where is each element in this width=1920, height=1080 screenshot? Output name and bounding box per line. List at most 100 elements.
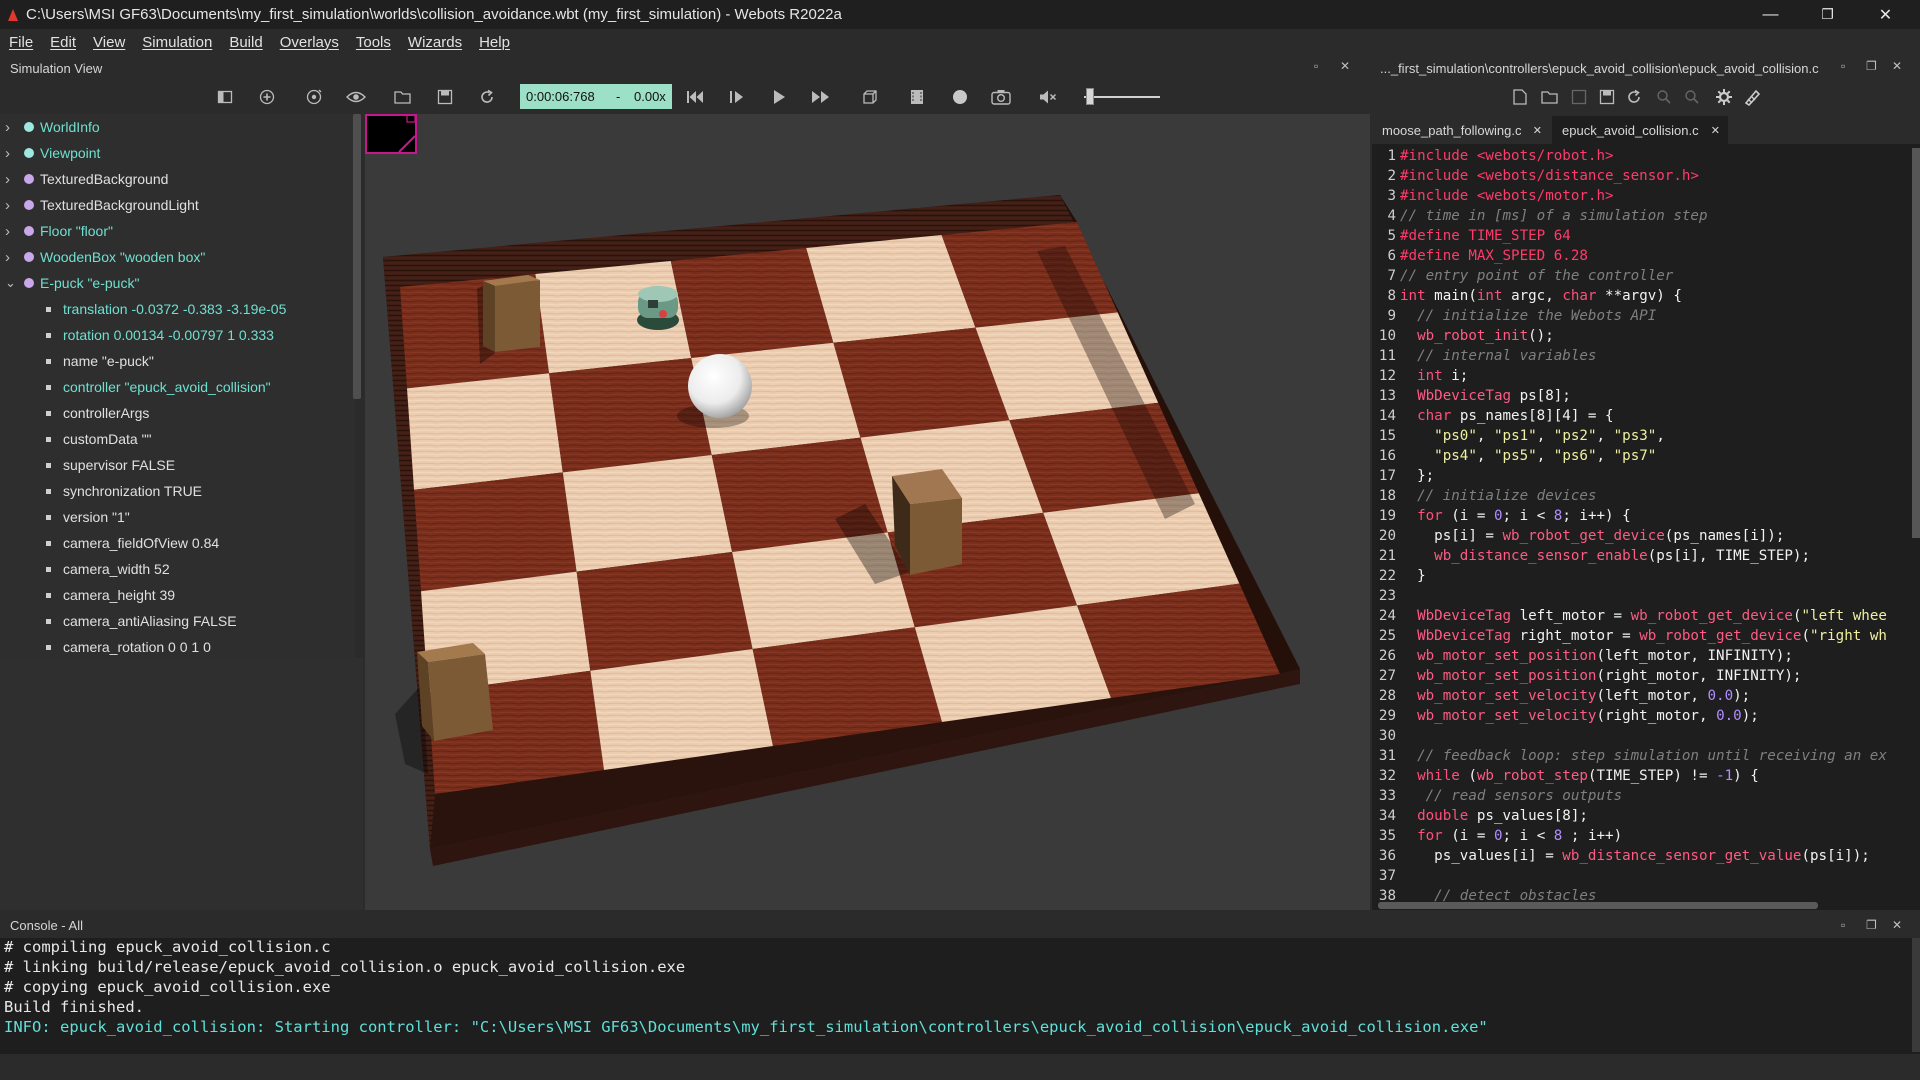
scene-tree-node[interactable]: › WoodenBox "wooden box" [0,244,350,270]
add-node-button[interactable] [252,80,282,114]
close-tab-icon[interactable]: ✕ [1533,124,1542,137]
code-token: int [1476,288,1512,304]
chevron-right-icon[interactable]: › [5,197,15,214]
chevron-right-icon[interactable]: › [5,171,15,188]
scene-tree-field[interactable]: camera_width 52 [0,556,350,582]
scene-tree-node[interactable]: › TexturedBackgroundLight [0,192,350,218]
scene-tree-field[interactable]: synchronization TRUE [0,478,350,504]
3d-view[interactable] [365,114,1370,910]
scene-tree-field[interactable]: supervisor FALSE [0,452,350,478]
scene-tree-field[interactable]: controllerArgs [0,400,350,426]
console-output[interactable]: # compiling epuck_avoid_collision.c # lin… [0,938,1920,1054]
new-file-icon[interactable] [1513,89,1527,105]
menu-help[interactable]: Help [470,34,518,51]
simulation-view-close-button[interactable]: ✕ [1340,59,1350,73]
chevron-right-icon[interactable]: › [5,223,15,240]
step-button[interactable] [722,80,752,114]
scene-tree-node[interactable]: ⌄ E-puck "e-puck" [0,270,350,296]
scene-tree-scrollbar[interactable] [353,114,361,399]
scene-tree-icon [217,90,233,104]
code-token: (i = [1451,508,1494,524]
maximize-button[interactable]: ❐ [1799,0,1856,29]
follow-object-button[interactable] [299,80,329,114]
menu-tools[interactable]: Tools [347,34,399,51]
scene-tree-field[interactable]: version "1" [0,504,350,530]
scene-tree-field[interactable]: translation -0.0372 -0.383 -3.19e-05 [0,296,350,322]
record-movie-frames-button[interactable] [902,80,932,114]
menu-overlays[interactable]: Overlays [271,34,347,51]
volume-slider[interactable] [1080,80,1164,114]
scene-tree-node[interactable]: › WorldInfo [0,114,350,140]
robot-camera-overlay[interactable] [365,114,417,154]
console-maximize-button[interactable]: ❐ [1866,918,1877,932]
record-button[interactable] [945,80,975,114]
chevron-right-icon[interactable]: › [5,119,15,136]
mute-button[interactable] [1033,80,1063,114]
menu-simulation[interactable]: Simulation [133,34,220,51]
volume-slider-thumb[interactable] [1086,88,1094,105]
menu-wizards[interactable]: Wizards [399,34,470,51]
scene-tree-node[interactable]: › Viewpoint [0,140,350,166]
scene-tree-field[interactable]: camera_rotation 0 0 1 0 [0,634,350,660]
scene-tree-field[interactable]: name "e-puck" [0,348,350,374]
text-editor[interactable]: moose_path_following.c ✕ epuck_avoid_colli… [1372,116,1920,910]
revert-icon[interactable] [1626,89,1642,105]
view-button[interactable] [341,80,371,114]
field-bullet-icon [46,462,51,468]
scene-tree-field[interactable]: controller "epuck_avoid_collision" [0,374,350,400]
save-world-button[interactable] [430,80,460,114]
menu-build[interactable]: Build [220,34,270,51]
ball[interactable] [688,354,752,418]
scene-tree-field[interactable]: camera_antiAliasing FALSE [0,608,350,634]
find-icon[interactable] [1656,89,1672,105]
console-close-button[interactable]: ✕ [1892,918,1902,932]
close-window-button[interactable]: ✕ [1857,0,1914,29]
reset-simulation-button[interactable] [680,80,710,114]
menu-view[interactable]: View [84,34,133,51]
e-puck-robot[interactable] [637,286,679,330]
rendering-button[interactable] [855,80,885,114]
scene-tree[interactable]: › WorldInfo › Viewpoint › TexturedBackground ›… [0,114,355,658]
scene-tree-field[interactable]: camera_fieldOfView 0.84 [0,530,350,556]
screenshot-button[interactable] [986,80,1016,114]
save-as-icon[interactable] [1599,89,1615,105]
console-float-button[interactable]: ▫ [1841,918,1845,932]
open-world-button[interactable] [388,80,418,114]
toggle-scene-tree-button[interactable] [210,80,240,114]
editor-vertical-scrollbar[interactable] [1912,148,1920,538]
chevron-right-icon[interactable]: › [5,145,15,162]
editor-close-button[interactable]: ✕ [1892,59,1902,73]
editor-horizontal-scrollbar[interactable] [1378,902,1818,909]
run-button[interactable] [764,80,794,114]
scene-tree-node[interactable]: › Floor "floor" [0,218,350,244]
menu-file[interactable]: File [0,34,41,51]
chevron-down-icon[interactable]: ⌄ [5,275,16,291]
console-scrollbar[interactable] [1912,938,1920,1052]
editor-tab[interactable]: epuck_avoid_collision.c ✕ [1552,116,1728,144]
code-token: ( [1801,628,1811,644]
chevron-right-icon[interactable]: › [5,249,15,266]
simulation-view-float-button[interactable]: ▫ [1314,59,1318,73]
save-file-icon[interactable] [1571,89,1587,105]
minimize-button[interactable]: — [1742,0,1799,29]
editor-float-button[interactable]: ▫ [1841,59,1845,73]
scene-tree-node[interactable]: › TexturedBackground [0,166,350,192]
close-tab-icon[interactable]: ✕ [1711,124,1720,137]
open-file-icon[interactable] [1541,89,1559,105]
fast-forward-button[interactable] [806,80,836,114]
menu-edit[interactable]: Edit [41,34,84,51]
scene-tree-field[interactable]: rotation 0.00134 -0.00797 1 0.333 [0,322,350,348]
scene-tree-field[interactable]: customData "" [0,426,350,452]
build-settings-icon[interactable] [1715,88,1733,106]
3d-scene[interactable] [365,114,1370,910]
editor-tab[interactable]: moose_path_following.c ✕ [1372,116,1550,144]
code-text: wb_motor_set_velocity(left_motor, 0.0); [1400,686,1750,706]
editor-maximize-button[interactable]: ❐ [1866,59,1877,73]
console-line: # linking build/release/epuck_avoid_coll… [4,958,686,976]
clean-icon[interactable] [1743,88,1761,106]
find-next-icon[interactable] [1684,89,1700,105]
reload-world-button[interactable] [472,80,502,114]
scene-tree-field[interactable]: camera_height 39 [0,582,350,608]
code-token: // initialize devices [1400,488,1597,504]
